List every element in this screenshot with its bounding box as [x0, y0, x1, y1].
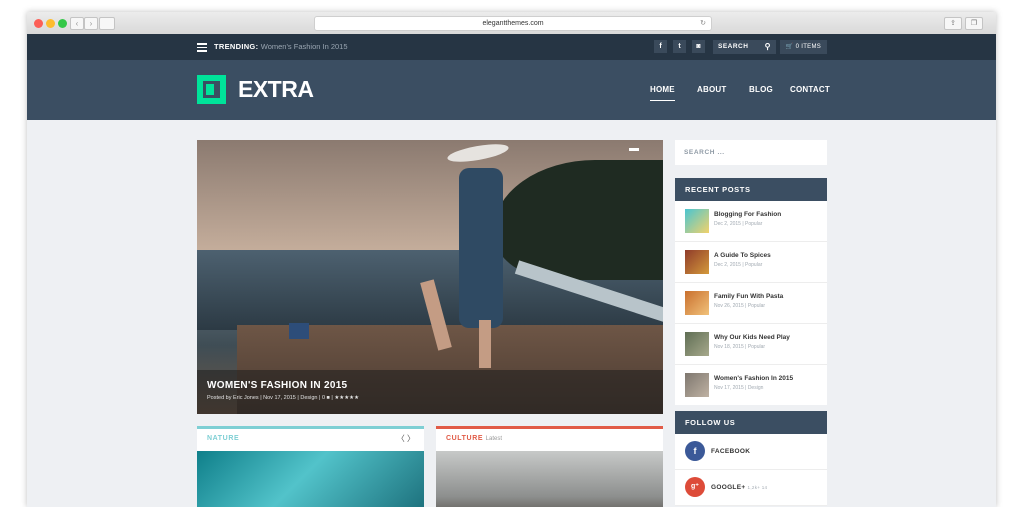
- browser-window: ‹ › elegantthemes.com ↻ ⇪ ❐ TRENDING: Wo…: [27, 12, 996, 507]
- category-module-nature: NATURE 〈 〉: [197, 426, 424, 507]
- featured-post-slider[interactable]: WOMEN'S FASHION IN 2015 Posted by Eric J…: [197, 140, 663, 414]
- post-meta: Nov 26, 2015 | Popular: [714, 303, 766, 309]
- back-arrow-icon[interactable]: ‹: [70, 17, 84, 30]
- post-meta: Nov 18, 2015 | Popular: [714, 344, 766, 350]
- post-title[interactable]: Women's Fashion In 2015: [714, 375, 793, 382]
- post-thumbnail[interactable]: [685, 209, 709, 233]
- nav-blog[interactable]: BLOG: [749, 85, 773, 94]
- sidebar-search-input[interactable]: SEARCH ...: [675, 140, 827, 165]
- chevron-right-icon[interactable]: 〉: [407, 434, 415, 443]
- post-title[interactable]: Blogging For Fashion: [714, 211, 781, 218]
- category-sub-label: Latest: [485, 436, 503, 442]
- follow-label-text: GOOGLE+: [711, 484, 746, 491]
- post-title[interactable]: Why Our Kids Need Play: [714, 334, 790, 341]
- post-thumbnail[interactable]: [685, 332, 709, 356]
- category-accent-bar: [197, 426, 424, 429]
- category-post-image[interactable]: [197, 451, 424, 507]
- category-accent-bar: [436, 426, 663, 429]
- category-label: CULTURE: [446, 435, 484, 442]
- facebook-icon[interactable]: f: [654, 40, 667, 53]
- recent-post-item[interactable]: Women's Fashion In 2015 Nov 17, 2015 | D…: [675, 365, 827, 405]
- hero-image-bucket: [289, 323, 309, 339]
- trending-label: TRENDING:: [214, 42, 259, 51]
- hero-image-leg: [479, 320, 491, 368]
- category-post-image[interactable]: [436, 451, 663, 507]
- recent-posts-widget: RECENT POSTS Blogging For Fashion Dec 2,…: [675, 178, 827, 405]
- share-icon[interactable]: ⇪: [944, 17, 962, 30]
- minimize-window-button[interactable]: [46, 19, 55, 28]
- reload-icon[interactable]: ↻: [700, 17, 706, 30]
- category-module-culture: CULTURE Latest: [436, 426, 663, 507]
- follow-label[interactable]: FACEBOOK: [711, 448, 750, 455]
- top-search-button[interactable]: SEARCH ⚲: [713, 40, 776, 54]
- chevron-left-icon[interactable]: 〈: [397, 434, 405, 443]
- googleplus-icon[interactable]: g⁺: [685, 477, 705, 497]
- url-text: elegantthemes.com: [482, 20, 544, 27]
- follow-facebook[interactable]: f FACEBOOK: [675, 434, 827, 470]
- post-title[interactable]: A Guide To Spices: [714, 252, 771, 259]
- cart-label: 0 ITEMS: [795, 44, 822, 50]
- hero-meta: Posted by Eric Jones | Nov 17, 2015 | De…: [207, 395, 360, 401]
- follow-us-widget: FOLLOW US f FACEBOOK g⁺ GOOGLE+ 1,2k+ 14: [675, 411, 827, 506]
- site-header: EXTRA HOME ABOUT BLOG CONTACT: [27, 60, 996, 120]
- address-bar[interactable]: elegantthemes.com ↻: [314, 16, 712, 31]
- forward-arrow-icon[interactable]: ›: [84, 17, 98, 30]
- menu-hamburger-icon[interactable]: [197, 43, 207, 52]
- category-title[interactable]: CULTURE Latest: [446, 435, 502, 442]
- facebook-icon[interactable]: f: [685, 441, 705, 461]
- logo-icon[interactable]: [197, 75, 226, 104]
- recent-post-item[interactable]: Family Fun With Pasta Nov 26, 2015 | Pop…: [675, 283, 827, 324]
- hero-image-figure: [459, 168, 503, 328]
- post-meta: Dec 2, 2015 | Popular: [714, 221, 763, 227]
- hero-title[interactable]: WOMEN'S FASHION IN 2015: [207, 380, 347, 391]
- recent-post-item[interactable]: A Guide To Spices Dec 2, 2015 | Popular: [675, 242, 827, 283]
- cart-button[interactable]: 🛒 0 ITEMS: [780, 40, 827, 54]
- recent-post-item[interactable]: Why Our Kids Need Play Nov 18, 2015 | Po…: [675, 324, 827, 365]
- hero-caption: WOMEN'S FASHION IN 2015 Posted by Eric J…: [197, 370, 663, 414]
- top-search-label: SEARCH: [718, 43, 749, 50]
- post-title[interactable]: Family Fun With Pasta: [714, 293, 783, 300]
- nav-home[interactable]: HOME: [650, 85, 675, 101]
- nav-contact[interactable]: CONTACT: [790, 85, 830, 94]
- post-meta: Dec 2, 2015 | Popular: [714, 262, 763, 268]
- follow-googleplus[interactable]: g⁺ GOOGLE+ 1,2k+ 14: [675, 470, 827, 506]
- zoom-window-button[interactable]: [58, 19, 67, 28]
- recent-posts-title: RECENT POSTS: [675, 178, 827, 201]
- trending-ticker[interactable]: TRENDING: Women's Fashion In 2015: [214, 42, 348, 51]
- nav-about[interactable]: ABOUT: [697, 85, 726, 94]
- trending-link[interactable]: Women's Fashion In 2015: [261, 42, 348, 51]
- instagram-icon[interactable]: ◙: [692, 40, 705, 53]
- search-icon: ⚲: [764, 42, 771, 51]
- recent-post-item[interactable]: Blogging For Fashion Dec 2, 2015 | Popul…: [675, 201, 827, 242]
- sidebar-toggle-icon[interactable]: [99, 17, 115, 30]
- post-thumbnail[interactable]: [685, 373, 709, 397]
- carousel-arrows[interactable]: 〈 〉: [397, 433, 415, 444]
- slider-indicator[interactable]: [629, 148, 639, 151]
- browser-chrome: ‹ › elegantthemes.com ↻ ⇪ ❐: [27, 12, 996, 35]
- category-title[interactable]: NATURE: [207, 435, 239, 442]
- twitter-icon[interactable]: t: [673, 40, 686, 53]
- follow-label[interactable]: GOOGLE+ 1,2k+ 14: [711, 484, 767, 491]
- follow-count: 1,2k+ 14: [747, 485, 768, 490]
- tabs-icon[interactable]: ❐: [965, 17, 983, 30]
- post-thumbnail[interactable]: [685, 291, 709, 315]
- close-window-button[interactable]: [34, 19, 43, 28]
- logo-text[interactable]: EXTRA: [238, 76, 314, 103]
- follow-us-title: FOLLOW US: [675, 411, 827, 434]
- post-meta: Nov 17, 2015 | Design: [714, 385, 764, 391]
- post-thumbnail[interactable]: [685, 250, 709, 274]
- top-bar: TRENDING: Women's Fashion In 2015 f t ◙ …: [27, 34, 996, 60]
